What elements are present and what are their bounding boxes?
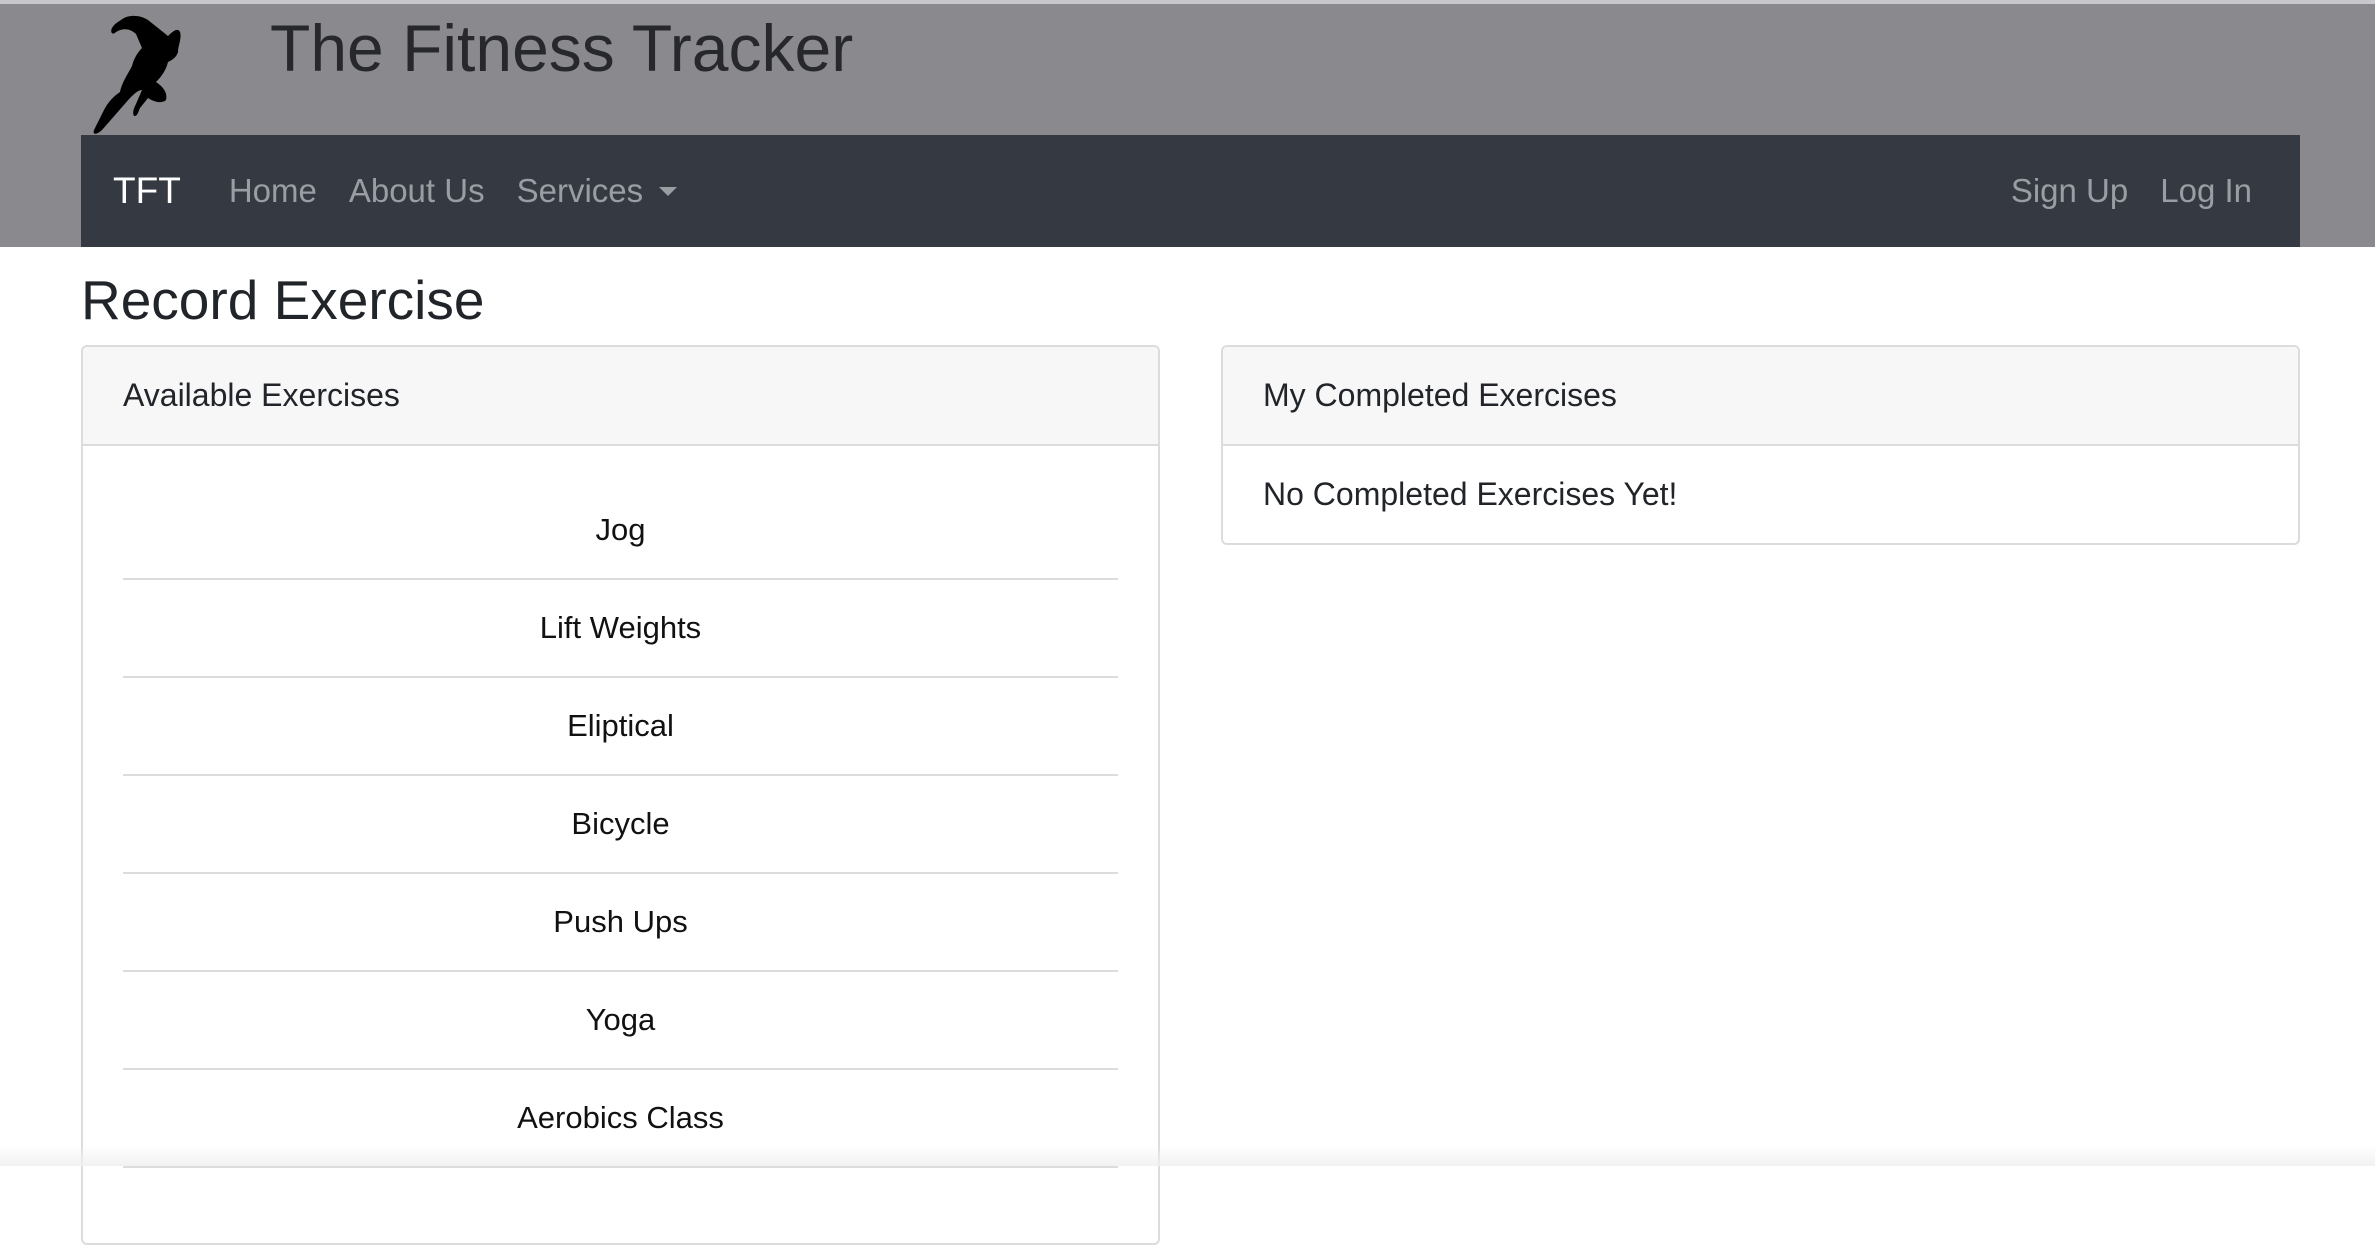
caret-down-icon bbox=[659, 186, 678, 196]
empty-state-text: No Completed Exercises Yet! bbox=[1263, 476, 1678, 512]
navbar: TFT Home About Us Services Sign Up Log I… bbox=[81, 135, 2300, 247]
nav-sign-up[interactable]: Sign Up bbox=[2011, 172, 2128, 210]
site-title: The Fitness Tracker bbox=[270, 11, 854, 85]
nav-home[interactable]: Home bbox=[229, 172, 317, 210]
navbar-brand[interactable]: TFT bbox=[113, 170, 181, 212]
bottom-fade bbox=[0, 1146, 2375, 1166]
list-item[interactable]: Eliptical bbox=[123, 678, 1118, 776]
nav-services-dropdown[interactable]: Services bbox=[517, 172, 678, 210]
card-header: Available Exercises bbox=[83, 347, 1158, 446]
nav-log-in[interactable]: Log In bbox=[2160, 172, 2252, 210]
page-title: Record Exercise bbox=[81, 269, 485, 331]
list-item[interactable]: Lift Weights bbox=[123, 580, 1118, 678]
available-exercises-card: Available Exercises Jog Lift Weights Eli… bbox=[81, 345, 1160, 1245]
list-item[interactable]: Jog bbox=[123, 482, 1118, 580]
nav-about-us[interactable]: About Us bbox=[349, 172, 485, 210]
exercise-list: Jog Lift Weights Eliptical Bicycle Push … bbox=[83, 446, 1158, 1168]
list-item[interactable]: Bicycle bbox=[123, 776, 1118, 874]
completed-exercises-card: My Completed Exercises No Completed Exer… bbox=[1221, 345, 2300, 545]
runner-icon bbox=[93, 15, 181, 134]
nav-services-label: Services bbox=[516, 172, 644, 209]
list-item[interactable]: Push Ups bbox=[123, 874, 1118, 972]
list-item[interactable]: Yoga bbox=[123, 972, 1118, 1070]
card-header: My Completed Exercises bbox=[1223, 347, 2298, 446]
